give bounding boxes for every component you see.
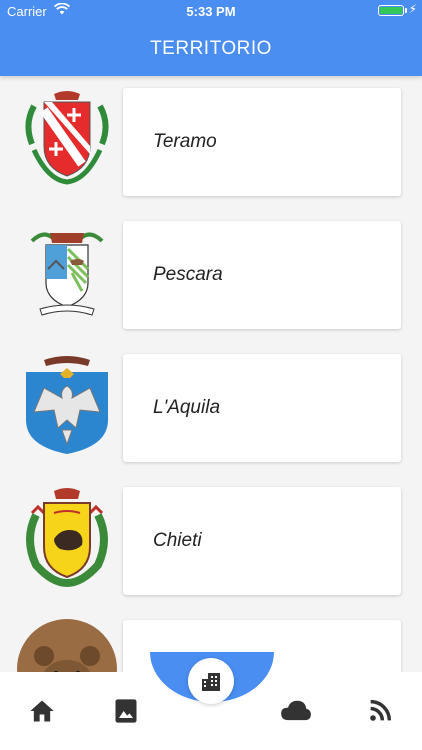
province-card[interactable]: Pescara: [123, 221, 401, 329]
teramo-crest-icon: [25, 91, 109, 185]
pescara-crest-icon: [30, 232, 104, 316]
charging-icon: ⚡: [408, 2, 417, 16]
laquila-crest-icon: [26, 356, 108, 454]
list-item[interactable]: Teramo: [0, 76, 422, 196]
tab-city[interactable]: [188, 658, 234, 704]
status-bar: Carrier 5:33 PM ⚡: [0, 0, 422, 22]
province-name: Teramo: [153, 131, 217, 152]
app-header: Carrier 5:33 PM ⚡ TERRITORIO: [0, 0, 422, 76]
clock: 5:33 PM: [186, 4, 236, 19]
province-card[interactable]: Chieti: [123, 487, 401, 595]
list-item[interactable]: Chieti: [0, 475, 422, 595]
battery-icon: [378, 5, 404, 16]
province-card[interactable]: L'Aquila: [123, 354, 401, 462]
province-name: Pescara: [153, 264, 223, 285]
list-item[interactable]: L'Aquila: [0, 342, 422, 462]
cloud-icon[interactable]: [280, 697, 312, 725]
chieti-crest-icon: [26, 488, 108, 588]
gallery-icon[interactable]: [112, 697, 140, 725]
province-card[interactable]: Teramo: [123, 88, 401, 196]
home-icon[interactable]: [28, 697, 56, 725]
bottom-navigation: [0, 652, 422, 750]
page-title: TERRITORIO: [150, 38, 272, 59]
city-icon: [202, 673, 220, 691]
list-item[interactable]: Pescara: [0, 209, 422, 329]
rss-icon[interactable]: [366, 697, 394, 725]
province-name: L'Aquila: [153, 397, 221, 418]
province-name: Chieti: [153, 530, 202, 551]
battery-tip: [405, 8, 407, 13]
